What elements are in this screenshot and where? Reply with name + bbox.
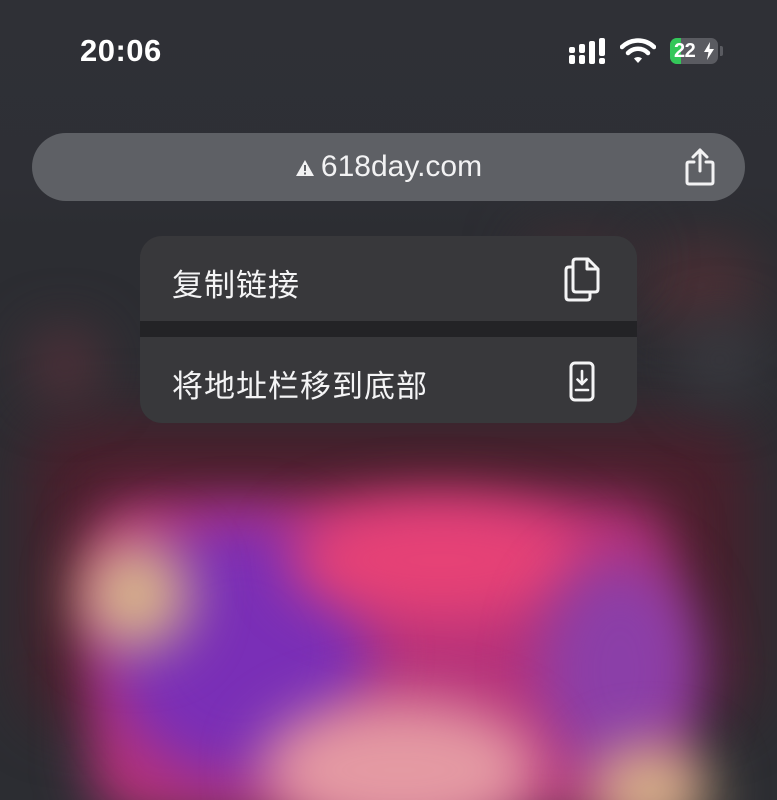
menu-item-move-address-bar-to-bottom[interactable]: 将地址栏移到底部 (140, 337, 637, 423)
menu-separator (140, 321, 637, 337)
share-icon (685, 148, 715, 186)
copy-icon (564, 257, 600, 302)
share-button[interactable] (680, 147, 720, 187)
menu-item-label: 将地址栏移到底部 (172, 369, 428, 404)
charging-bolt-icon (704, 42, 714, 60)
phone-arrow-down-icon (569, 361, 595, 402)
status-time: 20:06 (80, 33, 162, 68)
warning-triangle-icon (295, 160, 314, 176)
status-bar: 20:06 22 (0, 0, 777, 100)
battery-indicator: 22 (670, 38, 724, 64)
cellular-signal-icon (569, 38, 605, 64)
context-menu: 复制链接 将地址栏移到底部 (140, 236, 637, 423)
address-bar[interactable]: 618day.com (32, 133, 745, 201)
battery-level: 22 (674, 40, 696, 62)
url-text[interactable]: 618day.com (321, 150, 482, 184)
menu-item-label: 复制链接 (172, 268, 300, 303)
wifi-icon (620, 38, 656, 63)
menu-item-copy-link[interactable]: 复制链接 (140, 236, 637, 321)
